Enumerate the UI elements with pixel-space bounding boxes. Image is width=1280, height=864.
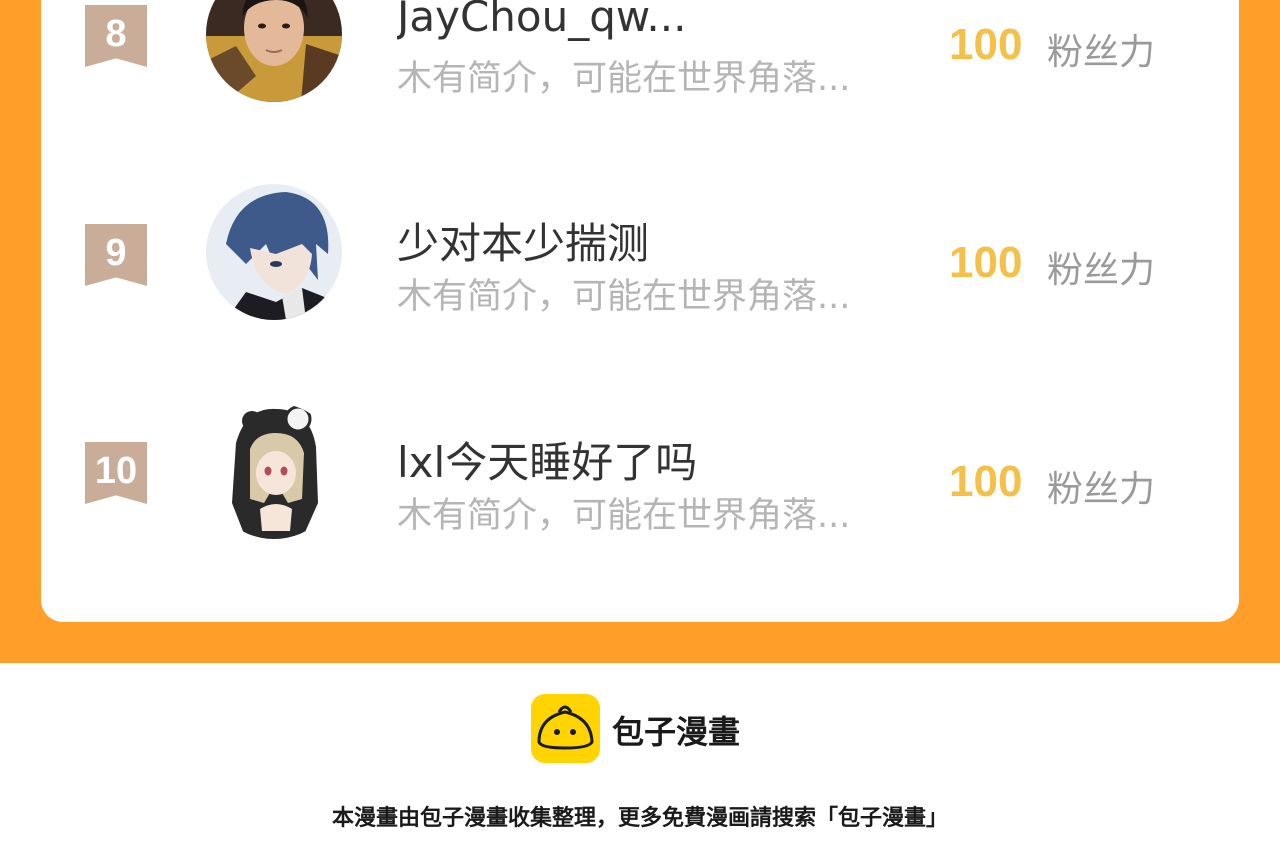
user-avatar[interactable] <box>206 403 342 539</box>
ranking-row[interactable]: 10 lxl今天睡好了吗 木有简介，可能在世界角落... 100 粉丝力 <box>41 403 1239 557</box>
fans-unit-label: 粉丝力 <box>1047 469 1156 510</box>
user-bio: 木有简介，可能在世界角落... <box>397 496 851 536</box>
user-bio: 木有简介，可能在世界角落... <box>397 59 851 99</box>
avatar-anime-boy-icon <box>206 184 342 320</box>
user-name[interactable]: 少对本少揣测 <box>397 210 917 271</box>
ranking-row[interactable]: 8 JayChou_qw... 木有简介，可能在世界角落... 100 粉丝力 <box>41 0 1239 120</box>
fans-unit-label: 粉丝力 <box>1047 32 1156 73</box>
user-bio: 木有简介，可能在世界角落... <box>397 277 851 317</box>
fans-count: 100 <box>949 238 1023 287</box>
user-avatar[interactable] <box>206 0 342 102</box>
rank-badge: 9 <box>85 224 147 286</box>
user-name[interactable]: JayChou_qw... <box>397 0 917 41</box>
rank-badge: 10 <box>85 442 147 504</box>
footer-brand-name: 包子漫畫 <box>612 713 741 751</box>
baozi-logo-icon <box>531 694 600 763</box>
footer-note: 本漫畫由包子漫畫收集整理，更多免費漫画請搜索「包子漫畫」 <box>331 806 948 831</box>
fans-count: 100 <box>949 20 1023 69</box>
avatar-photo-man-icon <box>206 0 342 102</box>
user-name[interactable]: lxl今天睡好了吗 <box>397 429 917 490</box>
user-avatar[interactable] <box>206 184 342 320</box>
ranking-card: 8 JayChou_qw... 木有简介，可能在世界角落... 100 粉丝力 … <box>41 0 1239 622</box>
rank-badge: 8 <box>85 5 147 67</box>
ranking-row[interactable]: 9 少对本少揣测 木有简介，可能在世界角落... 100 粉丝力 <box>41 184 1239 338</box>
fans-count: 100 <box>949 457 1023 506</box>
fans-unit-label: 粉丝力 <box>1047 250 1156 291</box>
avatar-anime-girl-icon <box>206 403 342 539</box>
